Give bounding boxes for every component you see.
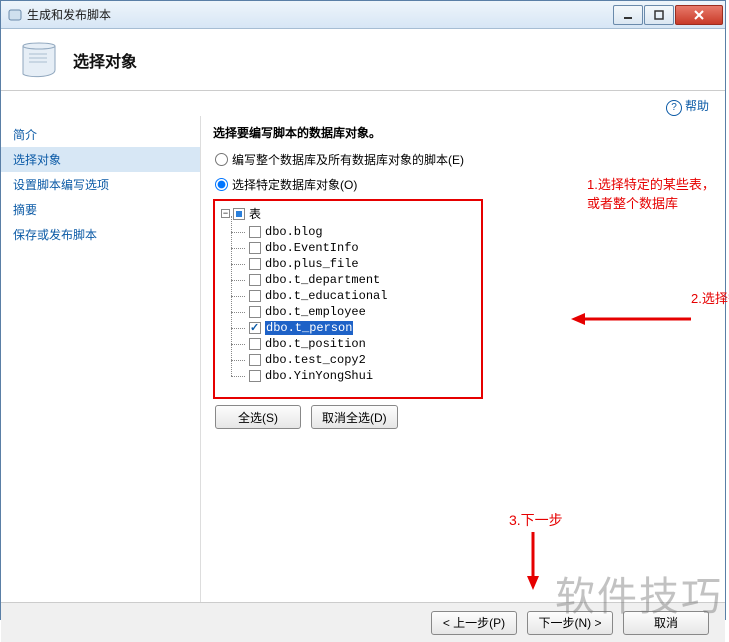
tree-item-checkbox[interactable] xyxy=(249,226,261,238)
tree-item[interactable]: dbo.plus_file xyxy=(249,256,475,272)
tree-item-label: dbo.t_person xyxy=(265,321,353,335)
tree-item-label: dbo.t_employee xyxy=(265,305,366,319)
titlebar[interactable]: 生成和发布脚本 xyxy=(1,1,725,29)
tree-item-checkbox[interactable] xyxy=(249,242,261,254)
radio-all-label[interactable]: 编写整个数据库及所有数据库对象的脚本(E) xyxy=(232,151,464,168)
window-title: 生成和发布脚本 xyxy=(27,6,612,23)
tree-item-label: dbo.test_copy2 xyxy=(265,353,366,367)
body: 简介 选择对象 设置脚本编写选项 摘要 保存或发布脚本 选择要编写脚本的数据库对… xyxy=(1,116,725,602)
tree-item[interactable]: dbo.t_employee xyxy=(249,304,475,320)
radio-all-row: 编写整个数据库及所有数据库对象的脚本(E) xyxy=(215,151,713,168)
instruction-text: 选择要编写脚本的数据库对象。 xyxy=(213,124,713,141)
maximize-button[interactable] xyxy=(644,5,674,25)
tree-item[interactable]: dbo.blog xyxy=(249,224,475,240)
select-all-button[interactable]: 全选(S) xyxy=(215,405,301,429)
radio-specific-label[interactable]: 选择特定数据库对象(O) xyxy=(232,176,357,193)
page-title: 选择对象 xyxy=(73,48,137,72)
tree-item-checkbox[interactable] xyxy=(249,354,261,366)
tree-root[interactable]: − 表 xyxy=(221,205,475,222)
window-controls xyxy=(612,5,723,25)
tree-item-checkbox[interactable] xyxy=(249,370,261,382)
wizard-window: 生成和发布脚本 选择对象 帮助 简介 选择对象 设置脚本编写选项 摘要 保存或发… xyxy=(0,0,726,620)
tree-item-checkbox[interactable] xyxy=(249,338,261,350)
tree-item-checkbox[interactable] xyxy=(249,306,261,318)
tree-root-label: 表 xyxy=(249,205,261,222)
annotation-3: 3.下一步 xyxy=(509,510,563,530)
tree-item[interactable]: dbo.YinYongShui xyxy=(249,368,475,384)
tree-item-label: dbo.plus_file xyxy=(265,257,359,271)
sidebar-item-options[interactable]: 设置脚本编写选项 xyxy=(1,172,200,197)
arrow-icon-3 xyxy=(525,532,541,590)
tree-item-label: dbo.t_educational xyxy=(265,289,387,303)
tree-item[interactable]: dbo.t_educational xyxy=(249,288,475,304)
annotation-1: 1.选择特定的某些表，或者整个数据库 xyxy=(587,174,725,212)
collapse-icon[interactable]: − xyxy=(221,209,230,218)
object-tree[interactable]: − 表 dbo.blog dbo.EventInfo dbo.plus_filedb… xyxy=(213,199,483,399)
tree-root-checkbox[interactable] xyxy=(233,208,245,220)
cancel-button[interactable]: 取消 xyxy=(623,611,709,635)
prev-button[interactable]: < 上一步(P) xyxy=(431,611,517,635)
tree-item-label: dbo.blog xyxy=(265,225,323,239)
footer: < 上一步(P) 下一步(N) > 取消 xyxy=(1,602,725,642)
content-area: 选择要编写脚本的数据库对象。 编写整个数据库及所有数据库对象的脚本(E) 选择特… xyxy=(201,116,725,602)
tree-item[interactable]: dbo.t_department xyxy=(249,272,475,288)
help-row: 帮助 xyxy=(1,91,725,116)
tree-item-label: dbo.t_department xyxy=(265,273,380,287)
tree-item-label: dbo.EventInfo xyxy=(265,241,359,255)
selection-buttons: 全选(S) 取消全选(D) xyxy=(213,405,713,429)
deselect-all-button[interactable]: 取消全选(D) xyxy=(311,405,398,429)
tree-item[interactable]: dbo.t_position xyxy=(249,336,475,352)
sidebar-item-select-objects[interactable]: 选择对象 xyxy=(1,147,200,172)
radio-specific[interactable] xyxy=(215,178,228,191)
sidebar-item-intro[interactable]: 简介 xyxy=(1,122,200,147)
radio-all[interactable] xyxy=(215,153,228,166)
tree-item-checkbox[interactable] xyxy=(249,322,261,334)
tree-item-checkbox[interactable] xyxy=(249,290,261,302)
tree-item-label: dbo.YinYongShui xyxy=(265,369,373,383)
tree-item[interactable]: dbo.EventInfo xyxy=(249,240,475,256)
minimize-button[interactable] xyxy=(613,5,643,25)
tree-item-checkbox[interactable] xyxy=(249,258,261,270)
sidebar-item-save-publish[interactable]: 保存或发布脚本 xyxy=(1,222,200,247)
app-icon xyxy=(7,7,23,23)
sidebar: 简介 选择对象 设置脚本编写选项 摘要 保存或发布脚本 xyxy=(1,116,201,602)
tree-item-label: dbo.t_position xyxy=(265,337,366,351)
sidebar-item-summary[interactable]: 摘要 xyxy=(1,197,200,222)
header-section: 选择对象 xyxy=(1,29,725,91)
tree-item[interactable]: dbo.test_copy2 xyxy=(249,352,475,368)
tree-item[interactable]: dbo.t_person xyxy=(249,320,475,336)
help-link[interactable]: 帮助 xyxy=(666,99,709,113)
close-button[interactable] xyxy=(675,5,723,25)
next-button[interactable]: 下一步(N) > xyxy=(527,611,613,635)
tree-item-checkbox[interactable] xyxy=(249,274,261,286)
script-icon xyxy=(17,38,61,82)
arrow-icon-1 xyxy=(571,311,691,327)
annotation-2: 2.选择需要导出结构和数据的表 xyxy=(691,288,729,307)
